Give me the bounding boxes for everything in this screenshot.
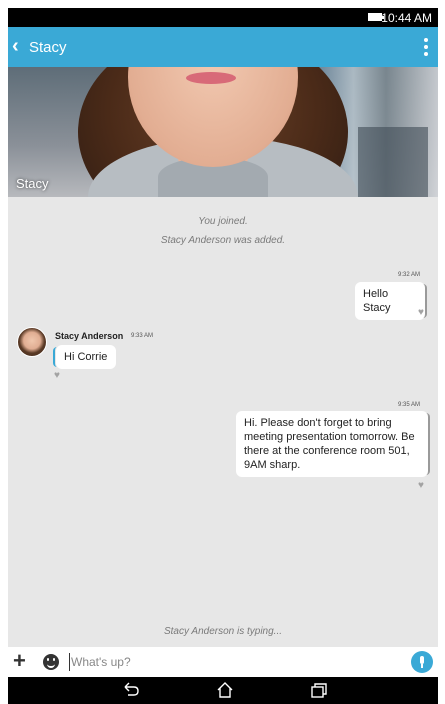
contact-name-overlay: Stacy: [16, 176, 49, 191]
message-time: 9:35 AM: [398, 402, 421, 408]
contact-photo-header: Stacy: [8, 67, 438, 197]
message-composer: +: [8, 647, 438, 677]
message-time: 9:32 AM: [398, 272, 421, 278]
back-chevron-icon[interactable]: ‹: [12, 36, 28, 56]
message-bubble-incoming[interactable]: Hi Corrie: [53, 345, 116, 369]
nav-home-icon[interactable]: [215, 681, 235, 699]
add-attachment-icon[interactable]: +: [13, 649, 26, 673]
background-shadow: [358, 127, 428, 197]
message-bubble-outgoing[interactable]: Hello Stacy: [355, 282, 427, 320]
message-text: Hi Corrie: [64, 351, 108, 363]
app-bar: ‹ Stacy: [8, 27, 438, 67]
system-message-added: Stacy Anderson was added.: [160, 235, 286, 246]
conversation-title[interactable]: Stacy: [29, 39, 67, 56]
device-screen: 10:44 AM ‹ Stacy Stacy You joined. Stacy…: [8, 8, 438, 704]
photo-lips: [186, 72, 236, 84]
message-time: 9:33 AM: [131, 333, 154, 339]
like-heart-icon[interactable]: ♥: [418, 481, 424, 491]
battery-icon: [368, 13, 384, 21]
typing-indicator: Stacy Anderson is typing...: [163, 626, 283, 637]
avatar[interactable]: [17, 327, 47, 357]
emoji-icon[interactable]: [43, 654, 59, 670]
chat-thread[interactable]: You joined. Stacy Anderson was added. 9:…: [8, 197, 438, 647]
message-text: Hi. Please don't forget to bring meeting…: [244, 417, 415, 471]
text-cursor: [69, 653, 70, 671]
message-input[interactable]: [71, 652, 371, 672]
like-heart-icon[interactable]: ♥: [418, 308, 424, 318]
sender-name: Stacy Anderson: [55, 331, 124, 341]
more-options-icon[interactable]: [424, 38, 428, 56]
message-text: Hello Stacy: [363, 288, 391, 314]
system-message-joined: You joined.: [198, 216, 248, 227]
status-bar: 10:44 AM: [8, 8, 438, 27]
nav-back-icon[interactable]: [121, 681, 141, 699]
navigation-bar: [8, 677, 438, 704]
message-bubble-outgoing[interactable]: Hi. Please don't forget to bring meeting…: [236, 411, 430, 477]
status-time: 10:44 AM: [381, 11, 432, 25]
nav-recent-apps-icon[interactable]: [309, 681, 329, 699]
microphone-icon[interactable]: [411, 651, 433, 673]
like-heart-icon[interactable]: ♥: [54, 371, 60, 381]
